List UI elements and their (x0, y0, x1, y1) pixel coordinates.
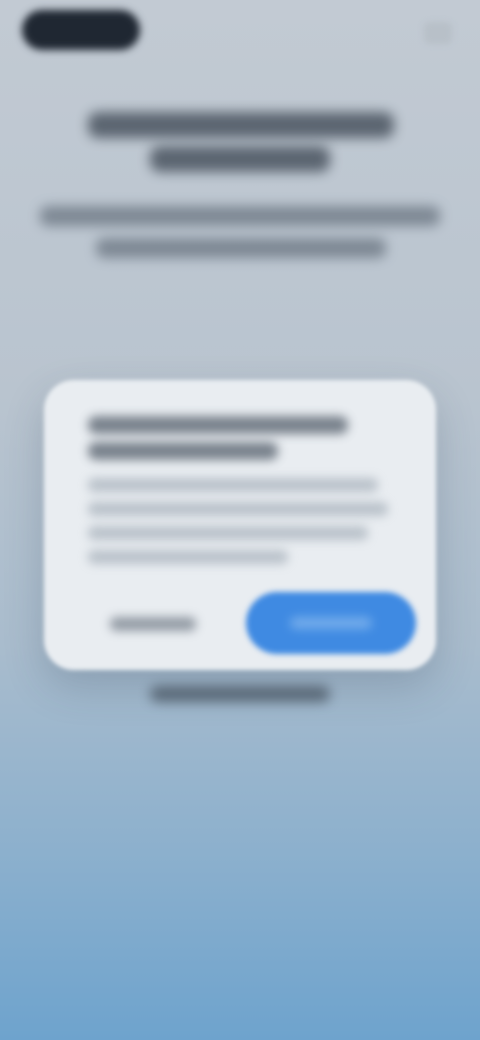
hero-title (0, 0, 1, 1)
dialog-title-line-1 (88, 416, 348, 434)
hero-title-line-2 (150, 146, 330, 172)
dialog-title (0, 0, 1, 1)
secondary-button-label-blur (110, 617, 196, 631)
logo-icon (22, 10, 140, 50)
primary-button-label-blur (290, 617, 372, 629)
footer-link[interactable] (150, 686, 330, 702)
dialog-title-line-2 (88, 442, 278, 460)
dialog-body-line-4 (88, 550, 288, 564)
hero-subtitle-line-2 (96, 238, 386, 258)
footer-link-label (150, 686, 151, 687)
dialog-body-line-1 (88, 478, 378, 492)
hero-subtitle (0, 0, 1, 1)
hero-title-line-1 (88, 112, 394, 138)
overflow-icon[interactable] (424, 22, 452, 44)
dialog-body-line-2 (88, 502, 388, 516)
dialog-body (0, 0, 1, 1)
hero-subtitle-line-1 (40, 206, 440, 226)
dialog-body-line-3 (88, 526, 368, 540)
